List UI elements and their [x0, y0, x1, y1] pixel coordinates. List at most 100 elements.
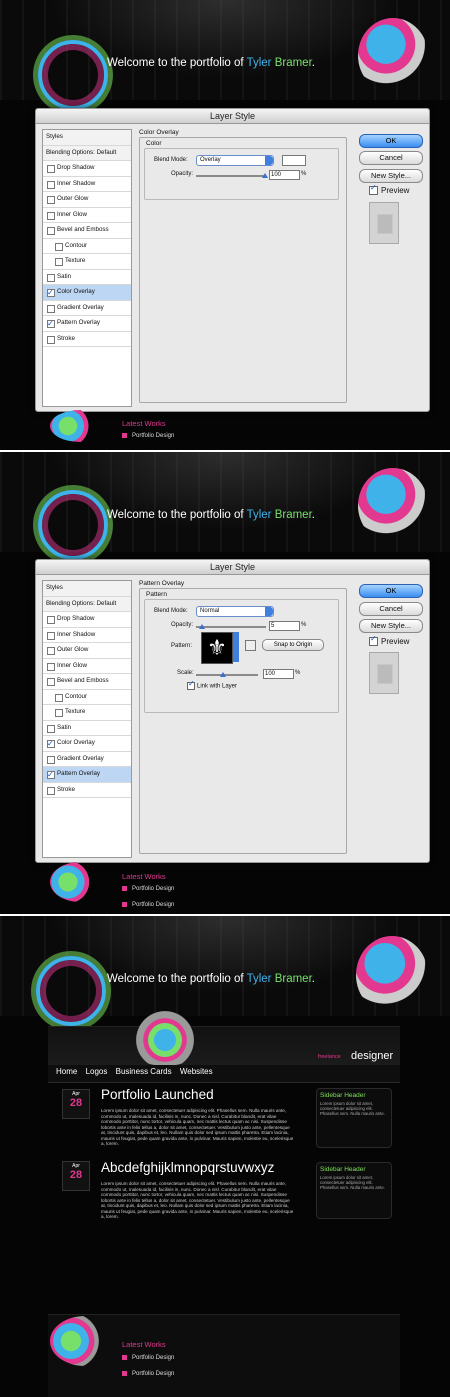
style-item-drop-shadow[interactable]: Drop Shadow: [43, 612, 131, 628]
post-title[interactable]: Abcdefghijklmnopqrstuvwxyz: [101, 1160, 274, 1175]
new-style-button[interactable]: New Style...: [359, 169, 423, 183]
opacity-slider[interactable]: [196, 626, 266, 628]
checkbox-icon[interactable]: [47, 616, 55, 624]
checkbox-icon[interactable]: [47, 768, 55, 783]
style-item-texture[interactable]: Texture: [43, 705, 131, 721]
checkbox-icon[interactable]: [47, 724, 55, 733]
style-item-inner-shadow[interactable]: Inner Shadow: [43, 628, 131, 643]
style-item-outer-glow[interactable]: Outer Glow: [43, 643, 131, 659]
scale-slider[interactable]: [196, 674, 258, 676]
style-item-label: Inner Glow: [57, 210, 87, 218]
portfolio-design-link[interactable]: Portfolio Design: [122, 902, 174, 908]
style-item-inner-glow[interactable]: Inner Glow: [43, 208, 131, 223]
checkbox-icon[interactable]: [47, 180, 55, 189]
style-item-stroke[interactable]: Stroke: [43, 332, 131, 347]
style-item-bevel-and-emboss[interactable]: Bevel and Emboss: [43, 223, 131, 239]
new-preset-icon[interactable]: [245, 640, 256, 651]
styles-header[interactable]: Styles: [43, 581, 131, 597]
checkbox-icon[interactable]: [47, 273, 55, 282]
checkbox-icon[interactable]: [47, 196, 55, 204]
checkbox-icon[interactable]: [55, 693, 63, 702]
ok-button[interactable]: OK: [359, 134, 423, 148]
checkbox-icon[interactable]: [47, 678, 55, 686]
style-item-inner-shadow[interactable]: Inner Shadow: [43, 177, 131, 192]
opacity-field[interactable]: 100: [269, 170, 300, 180]
welcome-text: Welcome to the portfolio of Tyler Bramer…: [107, 57, 315, 69]
cancel-button[interactable]: Cancel: [359, 602, 423, 616]
style-preview-thumbnail: [369, 652, 399, 694]
banner-splatter-icon: [120, 1001, 210, 1066]
style-item-outer-glow[interactable]: Outer Glow: [43, 192, 131, 208]
style-item-contour[interactable]: Contour: [43, 239, 131, 254]
opacity-slider[interactable]: [196, 175, 266, 177]
cancel-button[interactable]: Cancel: [359, 151, 423, 165]
portfolio-design-link[interactable]: Portfolio Design: [122, 1371, 174, 1377]
blending-options-item[interactable]: Blending Options: Default: [43, 145, 131, 161]
fleur-de-lis-icon: ⚜: [207, 635, 227, 660]
checkbox-icon[interactable]: [47, 304, 55, 313]
splatter-bottom-icon: [50, 1316, 120, 1366]
checkbox-icon[interactable]: [47, 631, 55, 640]
style-item-pattern-overlay[interactable]: Pattern Overlay: [43, 316, 131, 332]
checkbox-icon[interactable]: [47, 317, 55, 332]
style-item-label: Color Overlay: [57, 288, 95, 295]
nav-business-cards[interactable]: Business Cards: [116, 1067, 172, 1076]
portfolio-design-link[interactable]: Portfolio Design: [122, 433, 174, 439]
style-item-pattern-overlay[interactable]: Pattern Overlay: [43, 767, 131, 783]
style-item-drop-shadow[interactable]: Drop Shadow: [43, 161, 131, 177]
checkbox-icon[interactable]: [47, 755, 55, 764]
style-preview-thumbnail: [369, 202, 399, 244]
scale-field[interactable]: 100: [263, 669, 294, 679]
checkbox-icon[interactable]: [47, 737, 55, 752]
checkbox-icon[interactable]: [47, 286, 55, 301]
checkbox-icon[interactable]: [47, 647, 55, 655]
nav-logos[interactable]: Logos: [86, 1067, 108, 1076]
logo-design-link[interactable]: Portfolio Design: [122, 1355, 174, 1361]
checkbox-icon[interactable]: [47, 786, 55, 795]
color-swatch[interactable]: [282, 155, 306, 166]
opacity-slider-knob[interactable]: [199, 624, 205, 629]
style-item-gradient-overlay[interactable]: Gradient Overlay: [43, 752, 131, 767]
style-item-satin[interactable]: Satin: [43, 721, 131, 736]
checkbox-icon[interactable]: [47, 165, 55, 173]
link-with-layer-checkbox[interactable]: ✓ Link with Layer: [187, 679, 237, 690]
blend-mode-select[interactable]: Normal: [196, 606, 274, 617]
layer-style-dialog: Layer Style Styles Blending Options: Defa…: [35, 108, 430, 412]
welcome-text: Welcome to the portfolio of Tyler Bramer…: [107, 973, 315, 985]
logo-design-link[interactable]: Portfolio Design: [122, 886, 174, 892]
pattern-dropdown-icon[interactable]: [233, 632, 239, 662]
pattern-picker[interactable]: ⚜: [201, 632, 233, 664]
blend-mode-select[interactable]: Overlay: [196, 155, 274, 166]
style-item-gradient-overlay[interactable]: Gradient Overlay: [43, 301, 131, 316]
style-item-stroke[interactable]: Stroke: [43, 783, 131, 798]
style-item-contour[interactable]: Contour: [43, 690, 131, 705]
opacity-slider-knob[interactable]: [262, 173, 268, 178]
new-style-button[interactable]: New Style...: [359, 619, 423, 633]
nav-home[interactable]: Home: [56, 1067, 77, 1076]
style-item-label: Drop Shadow: [57, 615, 95, 622]
checkbox-icon[interactable]: [55, 258, 63, 266]
snap-to-origin-button[interactable]: Snap to Origin: [262, 639, 324, 651]
post-title[interactable]: Portfolio Launched: [101, 1087, 214, 1102]
nav-websites[interactable]: Websites: [180, 1067, 213, 1076]
blending-options-item[interactable]: Blending Options: Default: [43, 596, 131, 612]
checkbox-icon[interactable]: [55, 242, 63, 251]
checkmark-icon: [369, 634, 378, 647]
preview-checkbox[interactable]: Preview: [369, 634, 429, 647]
opacity-field[interactable]: 5: [269, 621, 300, 631]
checkbox-icon[interactable]: [47, 227, 55, 235]
styles-header[interactable]: Styles: [43, 130, 131, 146]
scale-slider-knob[interactable]: [220, 672, 226, 677]
checkbox-icon[interactable]: [47, 662, 55, 671]
style-item-color-overlay[interactable]: Color Overlay: [43, 285, 131, 301]
checkbox-icon[interactable]: [47, 335, 55, 344]
checkbox-icon[interactable]: [47, 211, 55, 220]
checkbox-icon[interactable]: [55, 709, 63, 717]
ok-button[interactable]: OK: [359, 584, 423, 598]
style-item-texture[interactable]: Texture: [43, 254, 131, 270]
style-item-bevel-and-emboss[interactable]: Bevel and Emboss: [43, 674, 131, 690]
style-item-inner-glow[interactable]: Inner Glow: [43, 659, 131, 674]
style-item-satin[interactable]: Satin: [43, 270, 131, 285]
style-item-color-overlay[interactable]: Color Overlay: [43, 736, 131, 752]
preview-checkbox[interactable]: Preview: [369, 183, 429, 196]
